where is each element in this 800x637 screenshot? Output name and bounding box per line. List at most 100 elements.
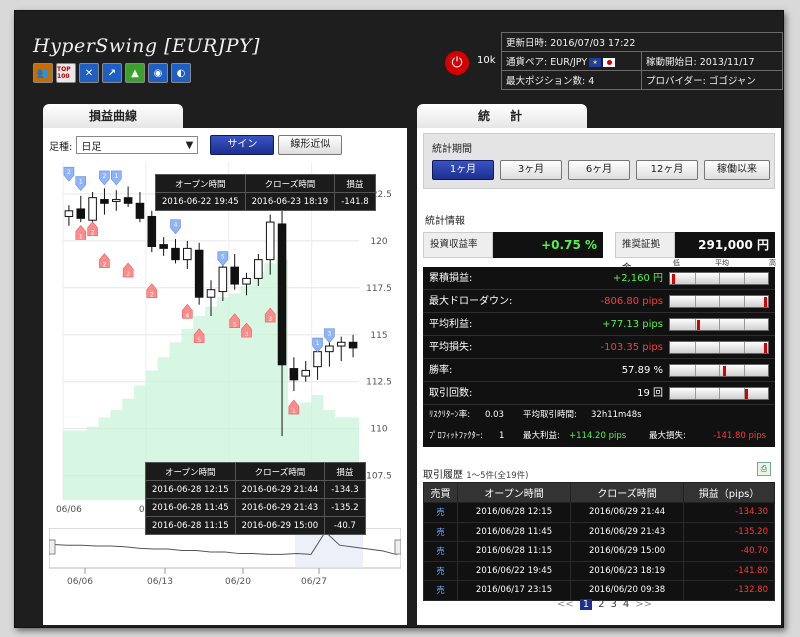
col-close: クローズ時間 <box>570 482 685 503</box>
signal-label: 2 <box>126 271 130 278</box>
shuffle-icon[interactable]: ✕ <box>79 63 99 83</box>
history-count: 1～5件(全19件) <box>466 471 529 481</box>
trade-open: 2016/06/28 12:15 <box>456 502 572 523</box>
candle-body <box>289 368 299 381</box>
margin-label: 推奨証拠金 <box>615 232 675 274</box>
candle-body <box>88 197 97 221</box>
tab-statistics[interactable]: 統 計 <box>417 104 587 128</box>
pagination: << 1 2 3 4 >> <box>557 599 652 610</box>
tooltip-row: 2016-06-28 11:15 2016-06-29 15:00 -40.7 <box>145 516 366 535</box>
stat-row: 最大ドローダウン: -806.80 pips <box>423 290 775 313</box>
tooltip-open: 2016-06-28 11:45 <box>145 498 236 517</box>
tab-equity-curve[interactable]: 損益曲線 <box>43 104 183 128</box>
pager-page-1[interactable]: 1 <box>579 599 593 610</box>
linear-trend-button[interactable]: 線形近似 <box>278 135 343 155</box>
history-title: 取引履歴 1～5件(全19件) <box>423 466 528 481</box>
period-6m-button[interactable]: 6ヶ月 <box>568 160 630 180</box>
period-12m-button[interactable]: 12ヶ月 <box>636 160 698 180</box>
table-row[interactable]: 売 2016/06/17 23:15 2016/06/20 09:38 -132.80 <box>423 580 775 601</box>
stat-value: +77.13 pips <box>602 319 663 330</box>
trade-pl: -40.70 <box>683 541 775 562</box>
pager-prev[interactable]: << <box>557 599 574 610</box>
avg-time-value: 32h11m48s <box>591 410 642 420</box>
top100-icon[interactable]: TOP 100 <box>56 63 76 83</box>
gauge-marker <box>744 389 748 399</box>
trade-tooltip-top: オープン時間 クローズ時間 損益 2016-06-22 19:45 2016-0… <box>155 174 376 211</box>
candle-body <box>348 341 358 349</box>
app-window: HyperSwing [EURJPY] 👥 TOP 100 ✕ ↗ ▲ ◉ ◐ ⏻ 10k … <box>14 10 784 628</box>
globe-icon[interactable]: ◐ <box>171 63 191 83</box>
buy-signal-marker: 2 <box>99 170 110 186</box>
tooltip-pl: -135.2 <box>324 498 366 517</box>
table-row[interactable]: 売 2016/06/28 11:15 2016/06/29 15:00 -40.70 <box>423 541 775 562</box>
navigator-chart[interactable]: 06/06 06/13 06/20 06/27 <box>49 528 401 588</box>
candle-body <box>336 341 346 347</box>
trade-pl: -141.80 <box>683 560 775 581</box>
stat-info-title: 統計情報 <box>425 216 465 227</box>
stat-value: 19 回 <box>637 388 663 399</box>
pager-page-2[interactable]: 2 <box>598 599 604 610</box>
tooltip-pl: -141.8 <box>334 192 376 211</box>
stat-extra-row-1: ﾘｽｸﾘﾀｰﾝ率: 0.03 平均取引時間: 32h11m48s <box>423 405 775 426</box>
sell-signal-marker: 1 <box>288 399 300 415</box>
col-side: 売買 <box>423 482 458 503</box>
gauge-marker <box>764 297 768 307</box>
pager-page-4[interactable]: 4 <box>623 599 629 610</box>
stat-label: 累積損益: <box>429 273 473 284</box>
y-tick-label: 110 <box>370 425 387 435</box>
stat-label: 取引回数: <box>429 388 473 399</box>
buy-signal-marker: 5 <box>217 251 229 267</box>
tooltip-header-close: クローズ時間 <box>244 174 336 193</box>
provider-value[interactable]: ゴゴジャン <box>709 76 756 87</box>
maxpos-cell: 最大ポジション数: 4 <box>500 70 643 90</box>
tree-icon[interactable]: ▲ <box>125 63 145 83</box>
signal-label: 1 <box>292 408 296 415</box>
candle-body <box>76 208 86 219</box>
table-row[interactable]: 売 2016/06/22 19:45 2016/06/23 18:19 -141.80 <box>423 560 775 581</box>
tooltip-row: 2016-06-28 11:45 2016-06-29 21:43 -135.2 <box>145 498 366 517</box>
trade-tooltip-bottom: オープン時間 クローズ時間 損益 2016-06-28 12:15 2016-0… <box>145 462 366 535</box>
sell-signal-marker: 2 <box>146 283 158 299</box>
stat-row: 累積損益: +2,160 円 <box>423 267 775 290</box>
trade-close: 2016/06/29 21:44 <box>570 502 685 523</box>
tool-icon-row: 👥 TOP 100 ✕ ↗ ▲ ◉ ◐ <box>33 63 191 83</box>
chart-up-icon[interactable]: ↗ <box>102 63 122 83</box>
signal-label: 5 <box>221 254 225 261</box>
pager-next[interactable]: >> <box>635 599 652 610</box>
eu-flag-icon: ★ <box>589 58 602 67</box>
tooltip-close: 2016-06-29 15:00 <box>234 516 326 535</box>
candle-body <box>135 202 145 219</box>
sign-button[interactable]: サイン <box>210 135 275 155</box>
stat-row: 勝率: 57.89 % <box>423 359 775 382</box>
pager-page-3[interactable]: 3 <box>611 599 617 610</box>
trade-side: 売 <box>423 560 458 581</box>
table-row[interactable]: 売 2016/06/28 11:45 2016/06/29 21:43 -135.20 <box>423 521 775 542</box>
candle-body <box>194 249 204 298</box>
period-1m-button[interactable]: 1ヶ月 <box>432 160 494 180</box>
avg-time-label: 平均取引時間: <box>523 410 577 420</box>
period-all-button[interactable]: 稼働以来 <box>704 160 770 180</box>
stat-gauge <box>669 295 769 308</box>
period-select[interactable]: 日足 ▼ <box>76 136 199 154</box>
trade-close: 2016/06/29 21:43 <box>570 521 685 542</box>
tooltip-open: 2016-06-28 12:15 <box>145 480 236 499</box>
signal-label: 5 <box>233 322 237 329</box>
tooltip-open: 2016-06-28 11:15 <box>145 516 236 535</box>
dial-icon[interactable]: ◉ <box>148 63 168 83</box>
people-icon[interactable]: 👥 <box>33 63 53 83</box>
strategy-info-table: 更新日時: 2016/07/03 17:22 通貨ペア: EUR/JPY ★ 稼動… <box>500 32 783 90</box>
stat-period-box: 統計期間 1ヶ月 3ヶ月 6ヶ月 12ヶ月 稼働以来 <box>423 133 775 189</box>
power-icon[interactable]: ⏻ <box>445 51 469 75</box>
gauge-marker <box>696 320 700 330</box>
candle-body <box>230 266 239 285</box>
buy-signal-marker: 1 <box>312 337 323 353</box>
table-row[interactable]: 売 2016/06/28 12:15 2016/06/29 21:44 -134.30 <box>423 502 775 523</box>
print-icon[interactable]: ⎙ <box>757 462 771 476</box>
candle-body <box>123 197 133 204</box>
trade-side: 売 <box>423 502 458 523</box>
roi-label: 投資収益率 <box>423 232 493 258</box>
signal-label: 2 <box>91 230 95 237</box>
signal-label: 5 <box>197 337 201 344</box>
period-3m-button[interactable]: 3ヶ月 <box>500 160 562 180</box>
sell-signal-marker: 2 <box>99 253 110 269</box>
